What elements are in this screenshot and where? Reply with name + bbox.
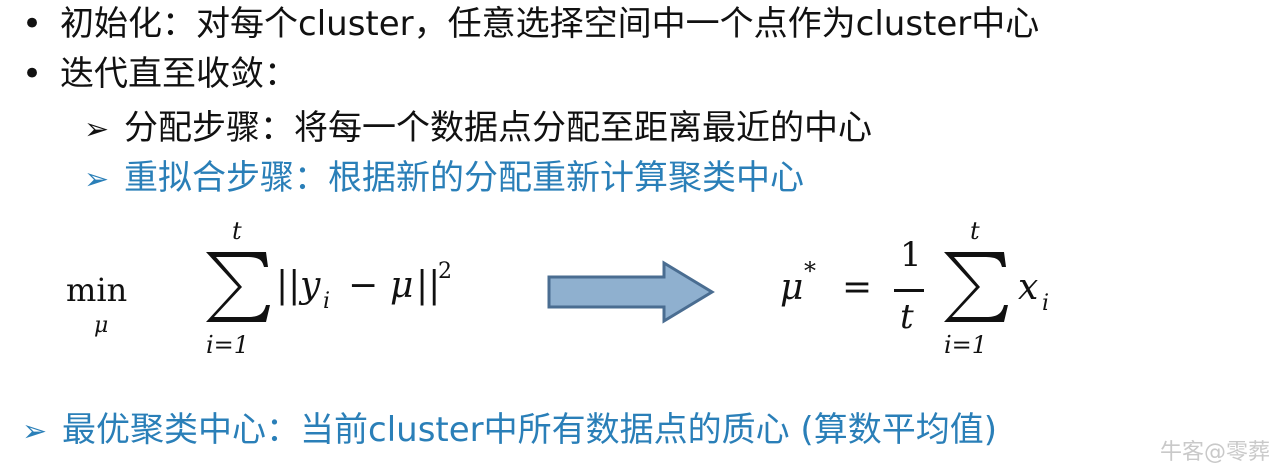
- bullet-dot: •: [22, 54, 43, 94]
- centroid-x: x: [1018, 267, 1039, 308]
- optimal-center-text: 最优聚类中心：当前cluster中所有数据点的质心 (算数平均值): [62, 410, 997, 450]
- fraction-denominator: t: [900, 297, 914, 337]
- centroid-mu: μ: [780, 267, 804, 308]
- sum-lower-limit: i=1: [944, 331, 988, 359]
- bullet-init-text: 初始化：对每个cluster，任意选择空间中一个点作为cluster中心: [60, 4, 1040, 44]
- expr-y-subscript: i: [323, 289, 331, 314]
- expr-norm-close: ||: [416, 265, 441, 306]
- sub-bullet-refit-text: 重拟合步骤：根据新的分配重新计算聚类中心: [124, 158, 804, 198]
- bullet-iterate: • 迭代直至收敛：: [22, 54, 298, 94]
- sum-symbol-icon: [944, 252, 1008, 322]
- sub-bullet-assign-text: 分配步骤：将每一个数据点分配至距离最近的中心: [124, 108, 872, 148]
- expr-y: y: [300, 265, 321, 306]
- sum-lower-limit: i=1: [206, 331, 250, 359]
- expr-norm-open: ||: [276, 265, 301, 306]
- arrow-bullet-icon: ➢: [22, 414, 48, 449]
- expr-minus: −: [348, 265, 379, 306]
- bullet-iterate-text: 迭代直至收敛：: [60, 54, 298, 94]
- centroid-star: *: [804, 257, 816, 285]
- optimal-center-note: ➢ 最优聚类中心：当前cluster中所有数据点的质心 (算数平均值): [22, 410, 997, 452]
- formula-centroid: μ * = 1 t t i=1 x i: [770, 215, 1090, 375]
- min-operator: min: [66, 271, 128, 309]
- expr-mu: μ: [390, 265, 414, 306]
- watermark: 牛客@零葬: [1159, 440, 1270, 465]
- centroid-equals: =: [842, 267, 873, 308]
- sum-upper-limit: t: [232, 217, 242, 245]
- formula-objective: min μ t i=1 || y i − μ || 2: [60, 215, 530, 375]
- min-subscript: μ: [94, 313, 109, 338]
- fraction-bar: [894, 289, 924, 292]
- arrow-bullet-icon: ➢: [84, 112, 110, 147]
- sum-symbol-icon: [206, 252, 270, 322]
- arrow-bullet-icon: ➢: [84, 162, 110, 197]
- centroid-x-subscript: i: [1042, 291, 1050, 316]
- right-arrow-shape: [547, 260, 715, 324]
- sub-bullet-refit: ➢ 重拟合步骤：根据新的分配重新计算聚类中心: [84, 158, 804, 200]
- expr-exponent: 2: [438, 259, 452, 284]
- bullet-dot: •: [22, 4, 43, 44]
- sub-bullet-assign: ➢ 分配步骤：将每一个数据点分配至距离最近的中心: [84, 108, 872, 150]
- right-arrow-icon: [547, 260, 715, 324]
- bullet-init: • 初始化：对每个cluster，任意选择空间中一个点作为cluster中心: [22, 4, 1039, 44]
- sum-upper-limit: t: [970, 217, 980, 245]
- fraction-numerator: 1: [900, 235, 922, 275]
